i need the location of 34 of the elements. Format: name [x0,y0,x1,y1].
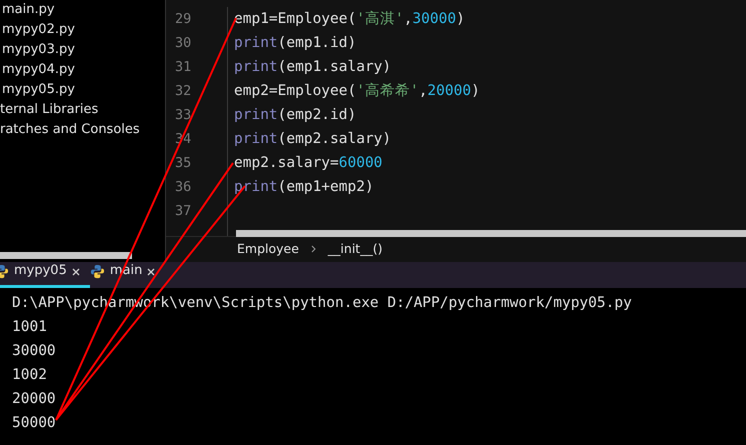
line-number: 31 [175,59,192,75]
code-line: emp2.salary=60000 [234,155,382,171]
code-line: print(emp2.id) [234,107,356,123]
breadcrumb-item[interactable]: __init__() [328,240,382,258]
file-item[interactable]: mypy02.py [0,20,165,40]
code-line: print(emp1.salary) [234,59,392,75]
file-item[interactable]: main.py [0,0,165,20]
line-number: 36 [175,179,192,195]
line-number: 35 [175,155,192,171]
console-line: 50000 [12,415,56,431]
code-line: print(emp1.id) [234,35,356,51]
code-line: print(emp2.salary) [234,131,392,147]
line-number: 30 [175,35,192,51]
line-number: 37 [175,203,192,219]
breadcrumb-item[interactable]: Employee [237,240,299,258]
tree-group-item[interactable]: ratches and Consoles [0,120,165,140]
code-line: print(emp1+emp2) [234,179,374,195]
scrollbar[interactable] [236,230,746,237]
console-line: 1001 [12,319,47,335]
console-line: 30000 [12,343,56,359]
code-line: emp1=Employee('高淇',30000) [234,11,465,27]
run-tab[interactable]: mypy05 [0,262,90,288]
tree-group-item[interactable]: ternal Libraries [0,100,165,120]
line-number: 32 [175,83,192,99]
file-item[interactable]: mypy05.py [0,80,165,100]
code-line: emp2=Employee('高希希',20000) [234,83,480,99]
line-number: 33 [175,107,192,123]
console-line: 20000 [12,391,56,407]
file-item[interactable]: mypy04.py [0,60,165,80]
python-icon [90,264,105,278]
console-line: 1002 [12,367,47,383]
line-number: 29 [175,11,192,27]
file-item[interactable]: mypy03.py [0,40,165,60]
scrollbar[interactable] [0,252,132,259]
